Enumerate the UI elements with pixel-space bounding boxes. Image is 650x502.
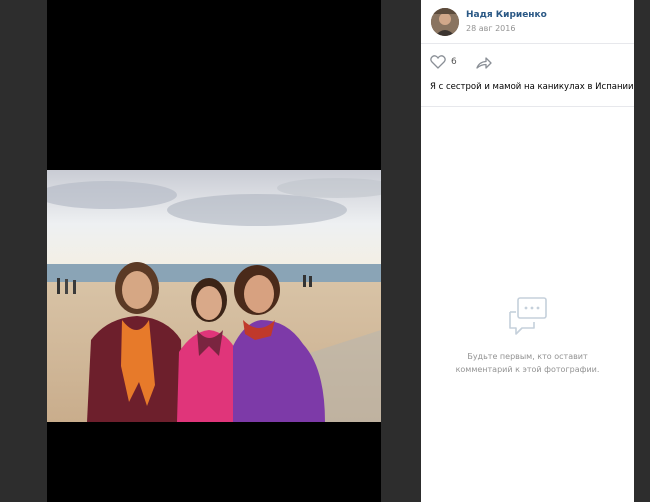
avatar[interactable] xyxy=(431,8,459,36)
comments-empty-text: Будьте первым, кто оставит комментарий к… xyxy=(421,350,634,376)
comments-empty-state: Будьте первым, кто оставит комментарий к… xyxy=(421,296,634,376)
heart-outline-icon xyxy=(430,55,446,69)
comments-empty-line-1: Будьте первым, кто оставит xyxy=(467,352,588,361)
photo-viewer[interactable] xyxy=(47,0,381,502)
comment-bubble-icon xyxy=(508,297,547,335)
share-button[interactable] xyxy=(476,55,492,69)
post-date[interactable]: 28 авг 2016 xyxy=(466,24,515,33)
user-avatar-icon xyxy=(431,8,459,36)
photo xyxy=(47,170,381,422)
author-name-link[interactable]: Надя Кириенко xyxy=(466,10,547,20)
author-header: Надя Кириенко 28 авг 2016 xyxy=(421,0,634,44)
divider xyxy=(421,106,634,107)
share-arrow-icon xyxy=(476,57,492,69)
photo-caption: Я с сестрой и мамой на каникулах в Испан… xyxy=(430,82,634,92)
like-count: 6 xyxy=(451,57,457,67)
photo-sidebar: Надя Кириенко 28 авг 2016 6 Я с сестрой … xyxy=(421,0,634,502)
photo-actions: 6 xyxy=(421,44,634,77)
viewer-backdrop-gap[interactable] xyxy=(381,0,421,502)
comments-empty-line-2: комментарий к этой фотографии. xyxy=(455,365,600,374)
like-button[interactable]: 6 xyxy=(430,55,457,69)
viewer-backdrop-left[interactable] xyxy=(0,0,47,502)
viewer-backdrop-right[interactable] xyxy=(634,0,650,502)
